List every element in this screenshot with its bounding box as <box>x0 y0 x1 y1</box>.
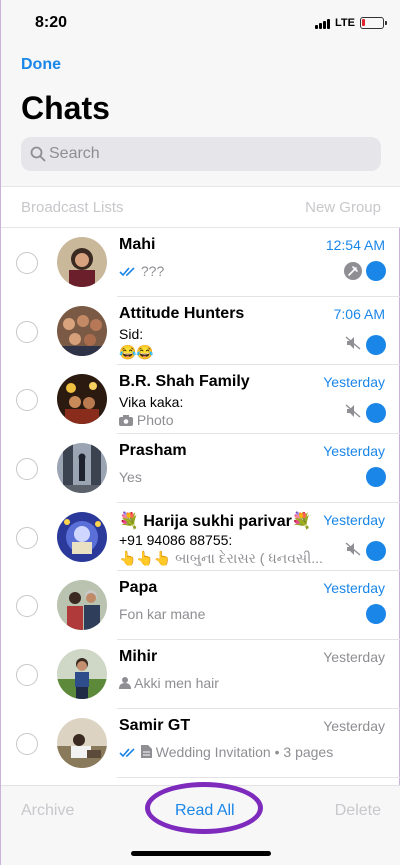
unread-badge <box>366 540 386 561</box>
chat-row-samir-gt[interactable]: Samir GT Yesterday Wedding Invitation • … <box>1 709 400 778</box>
chat-row-mihir[interactable]: Mihir Yesterday Akki men hair <box>1 640 400 709</box>
chat-row-papa[interactable]: Papa Yesterday Fon kar mane <box>1 571 400 641</box>
chat-preview: ??? <box>119 263 164 279</box>
chat-preview: Akki men hair <box>119 675 219 691</box>
chat-name: Attitude Hunters <box>119 304 245 322</box>
avatar <box>57 717 107 768</box>
broadcast-lists-link[interactable]: Broadcast Lists <box>21 199 124 216</box>
search-icon <box>30 146 46 162</box>
chat-preview: Yes <box>119 469 142 485</box>
mute-icon <box>345 542 361 556</box>
unread-badge <box>366 261 386 281</box>
chat-list: Mahi 12:54 AM ??? Attitude Hunters 7:06 … <box>1 228 400 778</box>
person-icon <box>119 677 131 690</box>
chat-preview-text: ??? <box>140 263 165 279</box>
chat-preview-text: 😂😂 <box>119 343 154 360</box>
avatar <box>57 305 107 356</box>
battery-icon <box>360 17 387 29</box>
avatar <box>57 443 107 494</box>
chat-time: 12:54 AM <box>325 237 385 253</box>
new-group-link[interactable]: New Group <box>305 199 381 216</box>
avatar <box>57 649 107 700</box>
archive-button[interactable]: Archive <box>21 802 74 820</box>
chat-preview: Vika kaka: Photo <box>119 393 183 429</box>
chat-preview-text: Photo <box>136 412 174 429</box>
chat-time: Yesterday <box>323 511 385 528</box>
chat-preview-text: Akki men hair <box>134 675 219 692</box>
pin-icon <box>344 262 362 280</box>
unread-badge <box>366 604 386 625</box>
unread-badge <box>366 403 386 424</box>
chat-time: Yesterday <box>323 443 385 460</box>
chat-preview: +91 94086 88755: 👆👆👆 બાબુના દેરાસર ( ધનવ… <box>119 531 323 567</box>
chat-time: Yesterday <box>323 580 385 597</box>
status-time: 8:20 <box>35 14 68 31</box>
avatar <box>57 374 107 425</box>
chat-row-prasham[interactable]: Prasham Yesterday Yes <box>1 434 400 503</box>
delete-button[interactable]: Delete <box>335 802 381 820</box>
search-placeholder: Search <box>49 145 100 162</box>
list-links: Broadcast Lists New Group <box>1 186 400 228</box>
chat-time: 7:06 AM <box>333 305 385 322</box>
network-label: LTE <box>335 17 355 29</box>
chat-row-attitude-hunters[interactable]: Attitude Hunters 7:06 AM Sid: 😂😂 <box>1 297 400 366</box>
page-title: Chats <box>21 90 110 126</box>
chat-preview-text: Wedding Invitation • 3 pages <box>155 743 334 760</box>
unread-badge <box>366 467 386 488</box>
chat-preview-text: Fon kar mane <box>119 606 206 623</box>
select-radio[interactable] <box>16 320 38 343</box>
chat-name: Prasham <box>119 442 187 460</box>
double-check-icon <box>119 267 135 277</box>
document-icon <box>140 744 152 758</box>
avatar <box>57 237 107 287</box>
status-bar: 8:20 LTE <box>1 0 400 46</box>
done-button[interactable]: Done <box>21 56 61 74</box>
chat-preview: Sid: 😂😂 <box>119 325 154 361</box>
header: 8:20 LTE Done Chats Search <box>1 0 400 186</box>
chat-row-mahi[interactable]: Mahi 12:54 AM ??? <box>1 228 400 297</box>
select-radio[interactable] <box>16 458 38 481</box>
chat-row-harija-sukhi-parivar[interactable]: 💐 Harija sukhi parivar💐 Yesterday +91 94… <box>1 503 400 572</box>
chat-name: Samir GT <box>119 716 191 734</box>
search-input[interactable]: Search <box>21 137 381 171</box>
chat-sender: Sid: <box>119 325 144 342</box>
select-radio[interactable] <box>16 595 38 618</box>
chat-sender: +91 94086 88755: <box>119 531 233 548</box>
chat-preview-text: Yes <box>119 469 142 486</box>
avatar <box>57 580 107 631</box>
mute-icon <box>345 336 361 350</box>
home-indicator[interactable] <box>131 851 271 856</box>
avatar <box>57 511 107 562</box>
double-check-icon <box>119 748 135 757</box>
chat-name: Mahi <box>119 236 156 253</box>
chat-preview: Wedding Invitation • 3 pages <box>119 744 333 760</box>
chat-preview: Fon kar mane <box>119 606 205 622</box>
chat-name: 💐 Harija sukhi parivar💐 <box>119 512 312 530</box>
chat-time: Yesterday <box>323 717 385 734</box>
highlight-annotation <box>145 782 263 834</box>
chat-preview-text: 👆👆👆 બાબુના દેરાસર ( ધનવસી... <box>119 549 323 566</box>
camera-icon <box>119 415 133 427</box>
chat-row-br-shah-family[interactable]: B.R. Shah Family Yesterday Vika kaka: Ph… <box>1 365 400 435</box>
chat-time: Yesterday <box>323 374 385 391</box>
chat-sender: Vika kaka: <box>119 394 184 411</box>
select-radio[interactable] <box>16 732 38 755</box>
mute-icon <box>345 404 361 418</box>
chat-name: Papa <box>119 579 158 597</box>
unread-badge <box>366 334 386 355</box>
select-radio[interactable] <box>16 389 38 412</box>
select-radio[interactable] <box>16 252 38 274</box>
select-radio[interactable] <box>16 664 38 687</box>
chat-time: Yesterday <box>323 649 385 666</box>
chat-name: B.R. Shah Family <box>119 373 250 391</box>
chat-name: Mihir <box>119 648 158 666</box>
select-radio[interactable] <box>16 526 38 549</box>
signal-icon <box>315 19 331 29</box>
